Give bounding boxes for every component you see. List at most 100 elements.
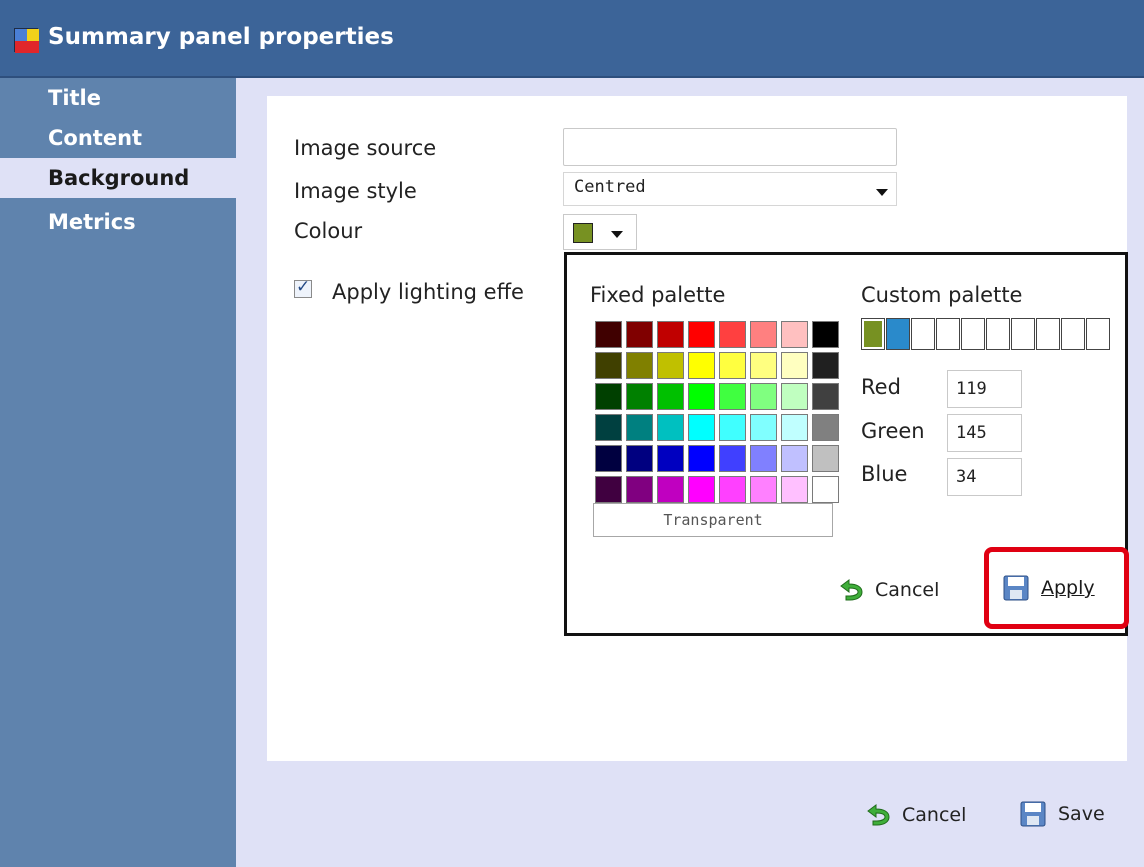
undo-arrow-icon xyxy=(864,803,892,827)
palette-swatch[interactable] xyxy=(593,474,624,505)
palette-swatch[interactable] xyxy=(686,474,717,505)
image-style-select[interactable]: Centred xyxy=(563,172,897,206)
custom-palette-swatch[interactable] xyxy=(961,318,985,350)
palette-swatch[interactable] xyxy=(655,319,686,350)
palette-swatch[interactable] xyxy=(686,443,717,474)
palette-swatch[interactable] xyxy=(779,443,810,474)
lighting-label: Apply lighting effe xyxy=(332,280,524,304)
custom-palette-title: Custom palette xyxy=(861,283,1023,307)
save-disk-icon xyxy=(1020,801,1046,827)
blue-label: Blue xyxy=(861,462,908,486)
palette-swatch[interactable] xyxy=(717,412,748,443)
palette-swatch[interactable] xyxy=(748,381,779,412)
palette-swatch[interactable] xyxy=(686,319,717,350)
sidebar-item-title[interactable]: Title xyxy=(0,78,236,118)
sidebar: Title Content Background Metrics xyxy=(0,78,236,867)
chevron-down-icon xyxy=(876,189,888,196)
title-bar: Summary panel properties xyxy=(0,0,1144,78)
palette-swatch[interactable] xyxy=(593,381,624,412)
palette-swatch[interactable] xyxy=(748,474,779,505)
image-source-input[interactable] xyxy=(563,128,897,166)
palette-swatch[interactable] xyxy=(655,381,686,412)
custom-palette-swatch[interactable] xyxy=(1011,318,1035,350)
palette-swatch[interactable] xyxy=(748,412,779,443)
palette-swatch[interactable] xyxy=(686,350,717,381)
palette-swatch[interactable] xyxy=(779,381,810,412)
palette-swatch[interactable] xyxy=(624,412,655,443)
custom-palette-swatch[interactable] xyxy=(1086,318,1110,350)
custom-palette-swatch[interactable] xyxy=(886,318,910,350)
palette-swatch[interactable] xyxy=(779,319,810,350)
green-label: Green xyxy=(861,419,925,443)
palette-swatch[interactable] xyxy=(593,350,624,381)
custom-palette-swatch[interactable] xyxy=(861,318,885,350)
custom-palette-swatch[interactable] xyxy=(1036,318,1060,350)
image-style-label: Image style xyxy=(294,179,417,203)
dialog-title: Summary panel properties xyxy=(48,24,394,50)
palette-swatch[interactable] xyxy=(717,381,748,412)
undo-arrow-icon xyxy=(837,578,865,602)
palette-swatch[interactable] xyxy=(655,474,686,505)
palette-swatch[interactable] xyxy=(717,443,748,474)
image-style-value: Centred xyxy=(574,177,646,197)
palette-swatch[interactable] xyxy=(624,350,655,381)
palette-swatch[interactable] xyxy=(717,319,748,350)
checkmark-icon: ✓ xyxy=(296,277,311,297)
palette-swatch[interactable] xyxy=(810,381,841,412)
cancel-label: Cancel xyxy=(902,804,967,826)
palette-swatch[interactable] xyxy=(748,443,779,474)
palette-swatch[interactable] xyxy=(686,412,717,443)
palette-swatch[interactable] xyxy=(624,381,655,412)
custom-palette-swatch[interactable] xyxy=(911,318,935,350)
transparent-button[interactable]: Transparent xyxy=(593,503,833,537)
palette-swatch[interactable] xyxy=(810,412,841,443)
palette-swatch[interactable] xyxy=(593,412,624,443)
palette-swatch[interactable] xyxy=(748,319,779,350)
custom-palette-swatch[interactable] xyxy=(986,318,1010,350)
fixed-palette-grid xyxy=(593,319,841,505)
palette-swatch[interactable] xyxy=(593,319,624,350)
colour-swatch xyxy=(573,223,593,243)
palette-swatch[interactable] xyxy=(593,443,624,474)
red-input[interactable]: 119 xyxy=(947,370,1022,408)
panel-grid-icon xyxy=(14,28,39,53)
picker-cancel-button[interactable]: Cancel xyxy=(837,578,939,602)
fixed-palette-title: Fixed palette xyxy=(590,283,726,307)
palette-swatch[interactable] xyxy=(748,350,779,381)
palette-swatch[interactable] xyxy=(810,319,841,350)
lighting-checkbox[interactable]: ✓ xyxy=(294,277,312,298)
palette-swatch[interactable] xyxy=(655,350,686,381)
chevron-down-icon xyxy=(611,231,623,238)
palette-swatch[interactable] xyxy=(779,474,810,505)
custom-palette-row xyxy=(861,318,1111,350)
palette-swatch[interactable] xyxy=(810,443,841,474)
palette-swatch[interactable] xyxy=(810,474,841,505)
colour-label: Colour xyxy=(294,219,363,243)
green-input[interactable]: 145 xyxy=(947,414,1022,452)
palette-swatch[interactable] xyxy=(810,350,841,381)
palette-swatch[interactable] xyxy=(779,350,810,381)
palette-swatch[interactable] xyxy=(655,443,686,474)
save-button[interactable]: Save xyxy=(1020,801,1105,827)
red-label: Red xyxy=(861,375,901,399)
custom-palette-swatch[interactable] xyxy=(1061,318,1085,350)
palette-swatch[interactable] xyxy=(717,350,748,381)
save-label: Save xyxy=(1058,803,1105,825)
picker-cancel-label: Cancel xyxy=(875,579,940,601)
palette-swatch[interactable] xyxy=(686,381,717,412)
blue-input[interactable]: 34 xyxy=(947,458,1022,496)
custom-palette-swatch[interactable] xyxy=(936,318,960,350)
sidebar-item-content[interactable]: Content xyxy=(0,118,236,158)
cancel-button[interactable]: Cancel xyxy=(864,803,966,827)
palette-swatch[interactable] xyxy=(624,474,655,505)
sidebar-item-metrics[interactable]: Metrics xyxy=(0,202,236,242)
palette-swatch[interactable] xyxy=(655,412,686,443)
sidebar-item-background[interactable]: Background xyxy=(0,158,236,198)
colour-picker-button[interactable] xyxy=(563,214,637,250)
palette-swatch[interactable] xyxy=(624,319,655,350)
image-source-label: Image source xyxy=(294,136,437,160)
palette-swatch[interactable] xyxy=(624,443,655,474)
palette-swatch[interactable] xyxy=(779,412,810,443)
palette-swatch[interactable] xyxy=(717,474,748,505)
dialog-window: Summary panel properties Title Content B… xyxy=(0,0,1144,867)
